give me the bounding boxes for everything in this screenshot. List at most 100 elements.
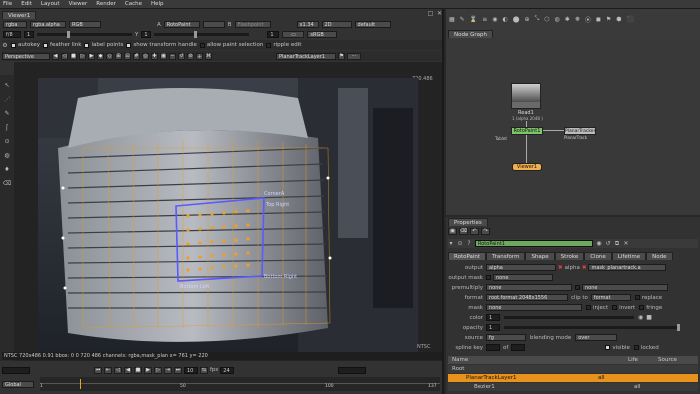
time-nodes-icon[interactable]: ⌛	[470, 16, 477, 23]
tree-row-planartracklayer[interactable]: PlanarTrackLayer1 all	[448, 374, 698, 382]
step-back-button[interactable]: ◁	[114, 366, 122, 374]
properties-undo-button[interactable]: ↶	[470, 227, 479, 235]
blur-tool-icon[interactable]: ◍	[3, 151, 11, 159]
zoom-dropdown[interactable]: x1.34	[296, 21, 319, 28]
format-dropdown[interactable]: root.format 2048x1556	[486, 294, 568, 301]
lut-dropdown[interactable]: default	[354, 21, 391, 28]
menu-viewer[interactable]: Viewer	[69, 1, 88, 7]
tab-viewer1[interactable]: Viewer1	[2, 10, 37, 19]
source-dropdown[interactable]: fg	[486, 334, 526, 341]
tab-shape[interactable]: Shape	[525, 251, 555, 260]
channel-nodes-icon[interactable]: ≡	[482, 16, 487, 23]
viewer-canvas[interactable]: 720.486 CornerA Top Right Bottom Right B…	[14, 62, 442, 361]
settings-icon[interactable]: ⚙	[2, 42, 8, 49]
center-button[interactable]: ✚	[151, 52, 158, 60]
dodge-tool-icon[interactable]: ♦	[3, 165, 11, 173]
planar-layer-dropdown[interactable]: PlanarTrackLayer1	[276, 52, 336, 60]
menu-cache[interactable]: Cache	[125, 1, 142, 7]
replace-label[interactable]: replace	[642, 295, 662, 301]
tree-row-root[interactable]: Root	[448, 365, 698, 373]
float-pane-icon[interactable]: □	[427, 10, 434, 17]
furnace-icon[interactable]: ⬢	[616, 16, 621, 23]
add-track-button[interactable]: ＋	[196, 52, 203, 60]
fringe-checkbox[interactable]: fringe	[646, 305, 662, 311]
current-frame-field[interactable]: 10	[184, 366, 198, 374]
menu-render[interactable]: Render	[96, 1, 116, 7]
a-b-operation-dropdown[interactable]	[202, 21, 225, 28]
view-mode-dropdown[interactable]: 2D	[321, 21, 352, 28]
color-wheel-icon[interactable]: ◉	[638, 314, 643, 321]
premultiply-dropdown-2[interactable]: none	[582, 284, 668, 291]
track-forward-button[interactable]: ▶	[88, 52, 95, 60]
3d-nodes-icon[interactable]: ⬡	[544, 16, 549, 23]
rotopaint-node[interactable]: RotoPaint1	[511, 127, 543, 135]
menu-file[interactable]: File	[3, 1, 12, 7]
draw-nodes-icon[interactable]: ✎	[460, 16, 465, 23]
views-nodes-icon[interactable]: ◍	[555, 16, 560, 23]
out-point-field[interactable]	[338, 366, 367, 374]
scope-dropdown[interactable]: Global	[2, 380, 34, 388]
locked-checkbox[interactable]: locked	[641, 345, 659, 351]
goto-start-button[interactable]: ⏮	[94, 366, 102, 374]
track-back-button[interactable]: ◀	[52, 52, 59, 60]
read-node[interactable]	[511, 83, 541, 109]
collapse-icon[interactable]: ▾	[448, 240, 454, 247]
mask-output-dropdown[interactable]: mask_planartrack.a	[588, 264, 667, 271]
node-graph-canvas[interactable]: Read1 1 (alpha 2048 ) RotoPaint1 Tablet …	[446, 39, 700, 215]
deep-nodes-icon[interactable]: ⦿	[585, 15, 591, 24]
track-stop-button[interactable]: ■	[70, 52, 77, 60]
transform-nodes-icon[interactable]: ⤡	[534, 15, 539, 23]
brush-tool-icon[interactable]: ʃ	[3, 123, 11, 131]
viewer-node[interactable]: Viewer1	[512, 163, 542, 171]
menu-help[interactable]: Help	[151, 1, 164, 7]
eraser-tool-icon[interactable]: ⌫	[3, 179, 11, 187]
close-pane-icon[interactable]: ✕	[436, 10, 443, 17]
filter-nodes-icon[interactable]: ◐	[502, 16, 507, 23]
gain-slider[interactable]	[37, 31, 132, 38]
in-point-field[interactable]	[2, 366, 30, 374]
ripple-edit-checkbox[interactable]: ripple edit	[266, 42, 301, 48]
range-field[interactable]: 1	[24, 31, 34, 38]
frame-field[interactable]: f/8	[3, 31, 21, 38]
properties-max-button[interactable]: ▣	[448, 227, 457, 235]
label-points-checkbox[interactable]: label points	[84, 42, 123, 48]
tree-row-bezier[interactable]: Bezier1 all	[448, 383, 698, 391]
properties-redo-button[interactable]: ↷	[481, 227, 490, 235]
invert-checkbox[interactable]: invert	[619, 305, 635, 311]
output-dropdown[interactable]: alpha	[486, 264, 556, 271]
node-color-icon[interactable]: ◉	[596, 240, 602, 247]
show-transform-handle-checkbox[interactable]: show transform handle	[126, 42, 197, 48]
tab-rotopaint[interactable]: RotoPaint	[448, 251, 487, 260]
clone-tool-icon[interactable]: ⊙	[3, 137, 11, 145]
node-link-icon[interactable]: ⊙	[457, 240, 463, 247]
node-revert-icon[interactable]: ↺	[605, 240, 611, 247]
gamma-slider[interactable]	[154, 31, 250, 38]
frame-increment-button[interactable]: ⇆	[200, 366, 208, 374]
node-float-icon[interactable]: ⧉	[614, 240, 620, 248]
link-button[interactable]: ⌘	[205, 52, 212, 60]
menu-layout[interactable]: Layout	[41, 1, 60, 7]
stop-button[interactable]: ■	[134, 366, 142, 374]
playhead[interactable]	[80, 379, 81, 389]
merge-nodes-icon[interactable]: ⊕	[524, 16, 529, 23]
mask-dropdown[interactable]: none	[486, 304, 582, 311]
blending-mode-dropdown[interactable]: over	[575, 334, 618, 341]
planar-options-button[interactable]: ⋯	[347, 52, 361, 60]
b-input-dropdown[interactable]: Flashpoint	[234, 21, 271, 28]
color-field[interactable]: 1	[486, 314, 500, 321]
inject-checkbox[interactable]: inject	[593, 305, 608, 311]
autokey-checkbox[interactable]: autokey	[11, 42, 40, 48]
select-tool-icon[interactable]: ↖	[3, 81, 11, 89]
track-step-forward-button[interactable]: ▷	[79, 52, 86, 60]
perspective-dropdown[interactable]: Perspective	[2, 52, 50, 60]
channels-dropdown[interactable]: rgba	[3, 21, 27, 28]
reset-button[interactable]: ↺	[178, 52, 185, 60]
tab-properties[interactable]: Properties	[448, 217, 488, 226]
bbox-button[interactable]: ▣	[160, 52, 167, 60]
fps-field[interactable]: 24	[220, 366, 235, 374]
visible-checkbox[interactable]: visible	[612, 345, 630, 351]
align-button[interactable]: ⊞	[115, 52, 122, 60]
color-slider[interactable]	[504, 316, 634, 319]
menu-edit[interactable]: Edit	[21, 1, 32, 7]
keyer-nodes-icon[interactable]: ⬤	[513, 16, 520, 23]
